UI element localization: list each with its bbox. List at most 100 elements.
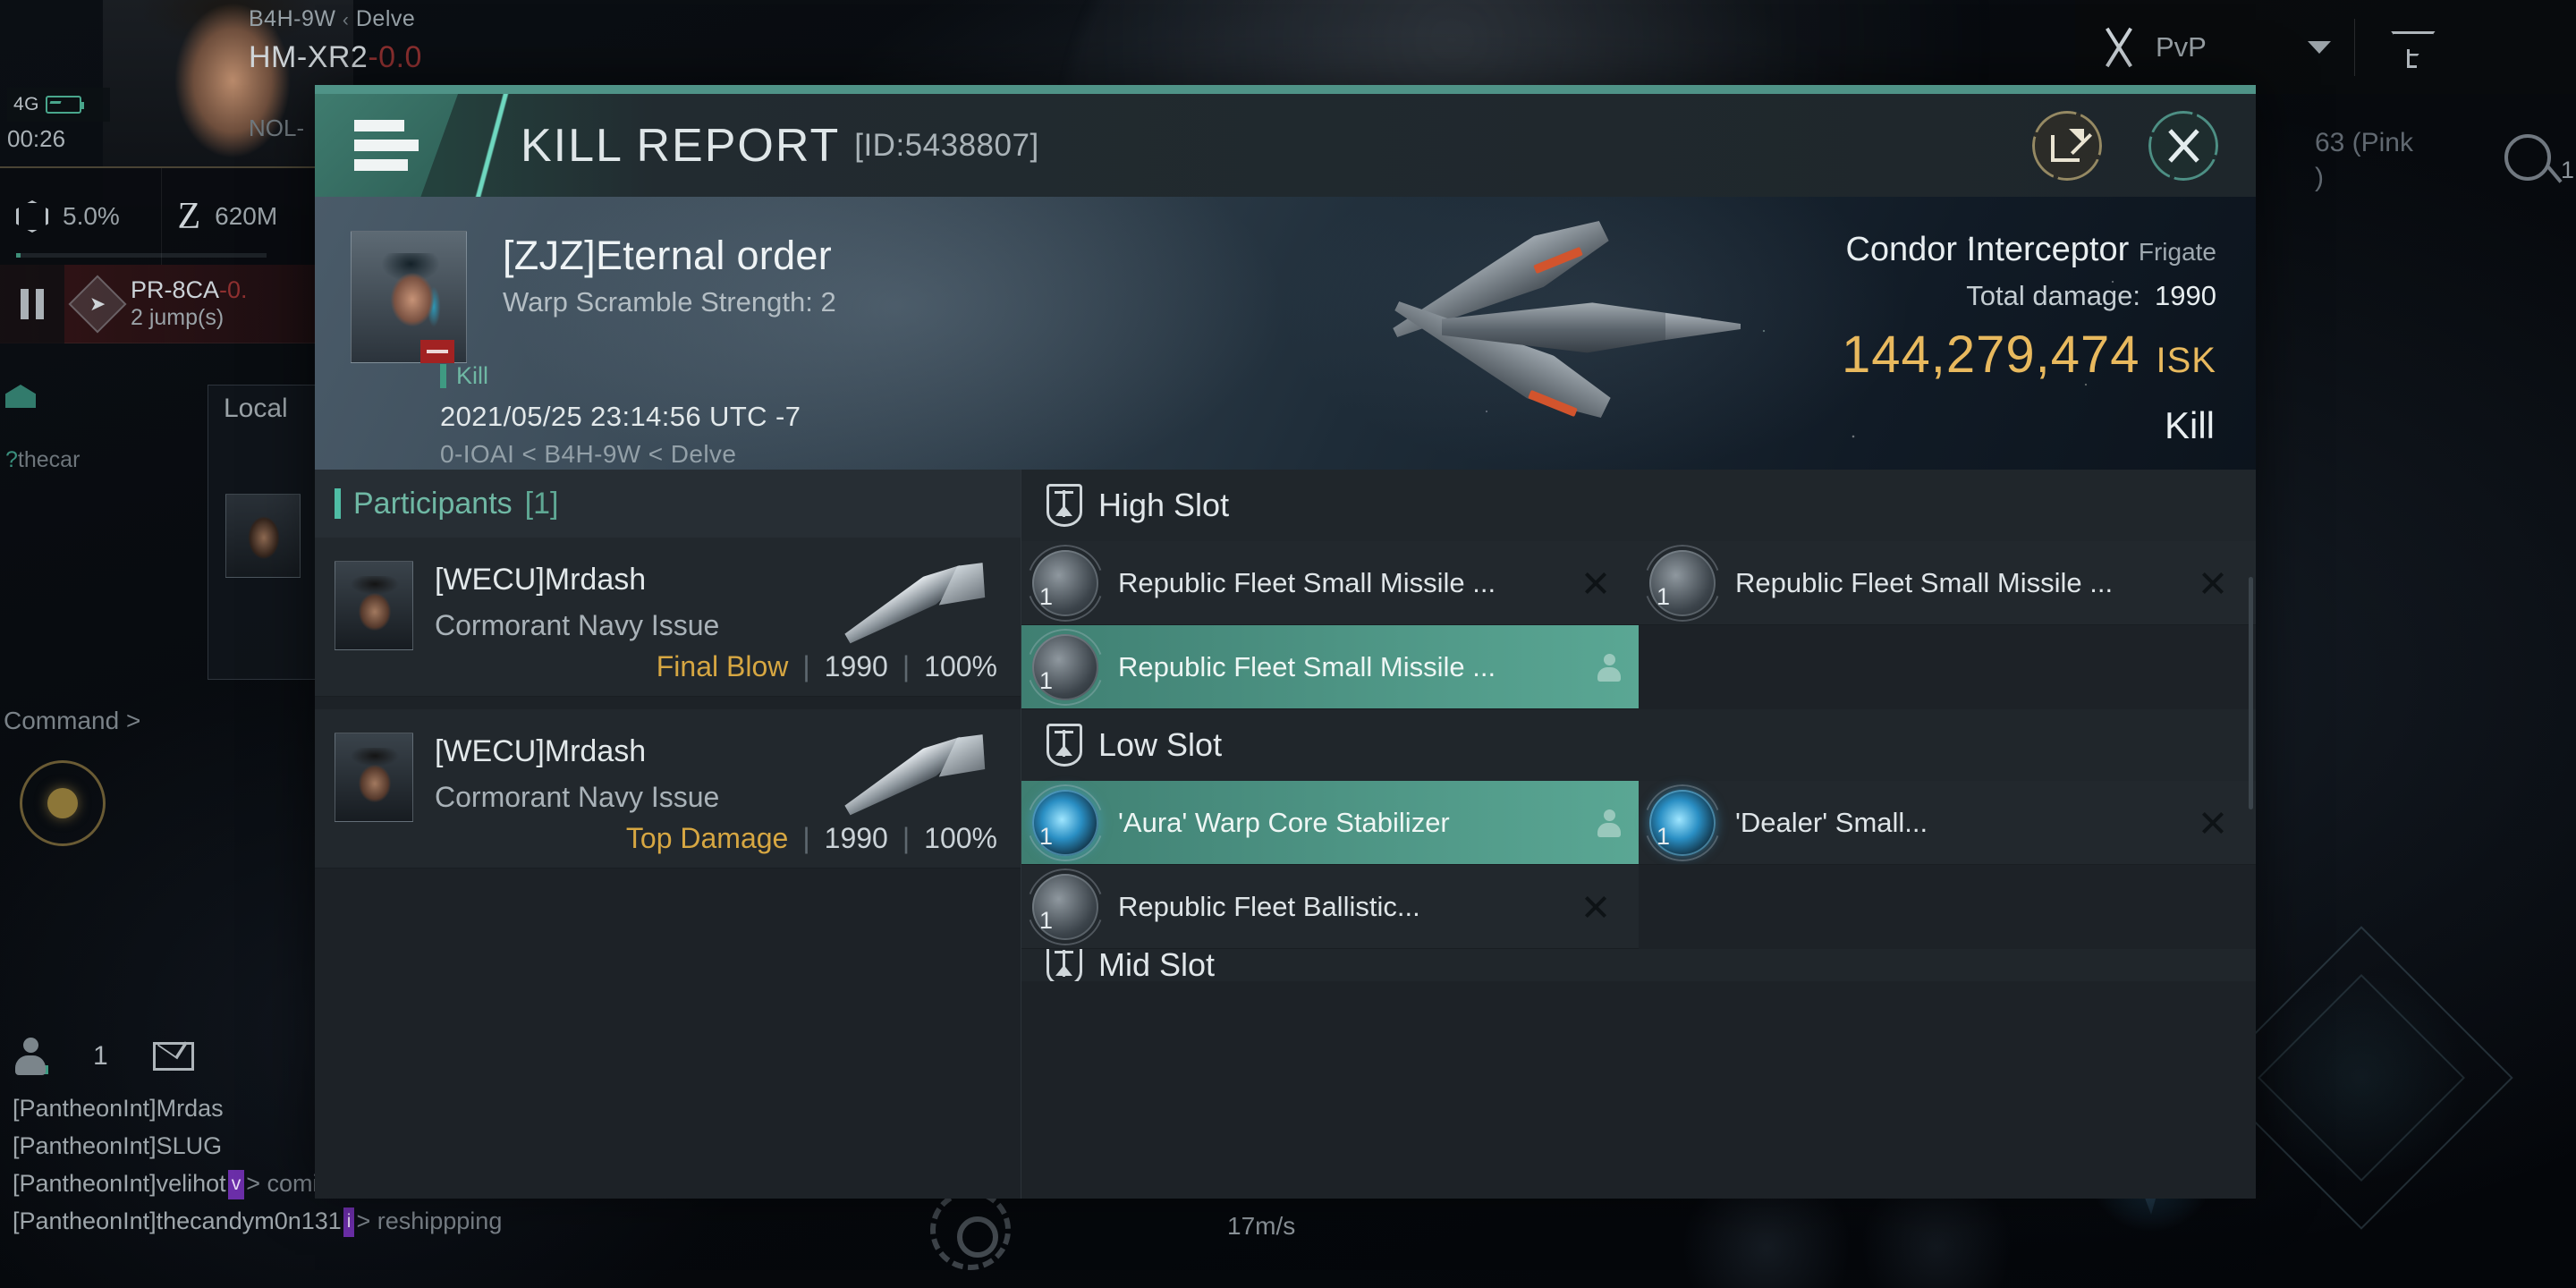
participant-tag: Final Blow: [656, 650, 789, 682]
participants-pane: Participants [1] [WECU]Mrdash Cormorant …: [315, 470, 1021, 1199]
remove-icon[interactable]: [1583, 571, 1608, 596]
victim-ship-class: Frigate: [2138, 238, 2216, 266]
section-title: Mid Slot: [1098, 949, 1216, 981]
thecar-label[interactable]: ?thecar: [5, 447, 80, 473]
pvp-selector[interactable]: PvP: [2075, 0, 2354, 94]
module-slot[interactable]: 1 Republic Fleet Small Missile ...: [1639, 541, 2256, 625]
module-slot[interactable]: 1 'Dealer' Small...: [1639, 781, 2256, 865]
avatar[interactable]: [335, 733, 413, 822]
slot-shield-icon: [1046, 724, 1082, 767]
section-title: High Slot: [1098, 487, 1230, 523]
search-count: 1: [2560, 157, 2574, 183]
person-icon: [1597, 653, 1621, 682]
speed-readout: 17m/s: [1227, 1212, 1296, 1240]
pvp-filter-bar: PvP: [2075, 0, 2576, 94]
divider: |: [902, 650, 911, 682]
command-menu-label[interactable]: Command >: [4, 707, 140, 735]
settings-gear-icon[interactable]: [930, 1190, 1011, 1270]
participants-header: Participants [1]: [315, 470, 1021, 538]
fitting-pane[interactable]: High Slot 1 Republic Fleet Small Missile…: [1021, 470, 2256, 1199]
cargo-stat[interactable]: 5.0%: [0, 168, 267, 265]
ballistic-control-icon: 1: [1032, 873, 1098, 940]
module-slot-empty: [1639, 625, 2256, 709]
kill-values: Condor Interceptor Frigate Total damage:…: [1842, 231, 2216, 385]
module-qty: 1: [1039, 906, 1054, 934]
victim-name: [ZJZ]Eternal order: [503, 233, 833, 278]
scrollbar[interactable]: [2249, 577, 2253, 809]
local-avatar[interactable]: [225, 494, 301, 578]
close-icon: [2164, 126, 2203, 165]
hud-next-system: NOL-: [249, 114, 305, 141]
missile-launcher-icon: 1: [1032, 549, 1098, 616]
hamburger-icon: [354, 120, 419, 171]
chat-tag: i: [343, 1208, 355, 1238]
participant-ship-icon: [835, 724, 996, 822]
warp-core-stabilizer-icon: 1: [1032, 789, 1098, 856]
hud-system-name: HM-XR2: [249, 39, 369, 74]
participant-stats: Top Damage | 1990 | 100%: [626, 822, 997, 855]
menu-button[interactable]: [315, 94, 458, 197]
pvp-label: PvP: [2156, 30, 2207, 63]
module-qty: 1: [1039, 582, 1054, 610]
home-icon[interactable]: [5, 385, 36, 408]
kill-report-dialog: KILL REPORT [ID:5438807] [ZJZ]Eternal or…: [315, 85, 2256, 1199]
module-name: 'Dealer' Small...: [1735, 806, 1928, 838]
missile-launcher-icon: 1: [1032, 633, 1098, 700]
close-button[interactable]: [2148, 110, 2218, 181]
clock-label: 00:26: [7, 125, 66, 152]
module-name: Republic Fleet Small Missile ...: [1118, 650, 1496, 682]
low-slot-grid: 1 'Aura' Warp Core Stabilizer 1 'Dealer'…: [1021, 781, 2256, 949]
kill-badge: Kill: [440, 362, 488, 390]
participants-count: [1]: [524, 486, 559, 521]
slot-shield-icon: [1046, 949, 1082, 981]
participant-ship: Cormorant Navy Issue: [435, 781, 720, 813]
module-slot-selected[interactable]: 1 Republic Fleet Small Missile ...: [1021, 625, 1639, 709]
module-slot-empty: [1639, 865, 2256, 949]
route-bar[interactable]: ➤ PR-8CA-0. 2 jump(s): [0, 264, 322, 343]
share-button[interactable]: [2032, 110, 2102, 181]
slot-shield-icon: [1046, 484, 1082, 527]
section-header-next-partial: Mid Slot: [1021, 949, 2256, 981]
chat-header: 1: [13, 1038, 194, 1075]
participant-row[interactable]: [WECU]Mrdash Cormorant Navy Issue Top Da…: [315, 709, 1021, 869]
header-buttons: [2032, 110, 2218, 181]
participants-label: Participants: [353, 486, 513, 521]
hud-location-block: B4H-9W ‹ Delve HM-XR2-0.0: [249, 4, 422, 79]
route-dest-security: -0.: [219, 275, 248, 303]
module-name: Republic Fleet Ballistic...: [1118, 890, 1420, 922]
module-slot[interactable]: 1 Republic Fleet Small Missile ...: [1021, 541, 1639, 625]
chevron-down-icon[interactable]: [2307, 40, 2331, 54]
warp-scramble-strength: Warp Scramble Strength: 2: [503, 286, 836, 318]
participant-name: [WECU]Mrdash: [435, 563, 647, 597]
page-title: KILL REPORT: [521, 119, 841, 172]
pause-button[interactable]: [0, 264, 64, 343]
hud-region-name: B4H-9W: [249, 6, 336, 31]
victim-ship-name: Condor Interceptor Frigate: [1845, 231, 2216, 268]
isk-stat[interactable]: Z 620M: [160, 168, 323, 265]
isk-icon: Z: [177, 196, 201, 237]
search-icon[interactable]: 1: [2504, 134, 2574, 183]
participant-percent: 100%: [924, 822, 997, 854]
module-slot-selected[interactable]: 1 'Aura' Warp Core Stabilizer: [1021, 781, 1639, 865]
filter-icon[interactable]: [2391, 28, 2430, 68]
participant-ship: Cormorant Navy Issue: [435, 609, 720, 641]
chat-message: > reshippping: [356, 1208, 503, 1235]
remove-icon[interactable]: [1583, 894, 1608, 919]
isk-unit: ISK: [2156, 341, 2216, 380]
external-link-icon: [2051, 128, 2084, 162]
kill-timestamp: 2021/05/25 23:14:56 UTC -7: [440, 401, 801, 432]
remove-icon[interactable]: [2200, 571, 2225, 596]
radial-control[interactable]: [20, 760, 106, 846]
participant-row[interactable]: [WECU]Mrdash Cormorant Navy Issue Final …: [315, 538, 1021, 697]
pvp-entry-text: 63 (Pink ): [2314, 128, 2413, 192]
kill-location: 0-IOAI < B4H-9W < Delve: [440, 440, 737, 468]
battery-icon: [46, 96, 85, 114]
route-destination: PR-8CA: [131, 275, 220, 303]
remove-icon[interactable]: [2200, 810, 2225, 835]
mail-icon[interactable]: [152, 1042, 194, 1071]
cargo-icon: [16, 200, 48, 233]
isk-value: 620M: [215, 202, 278, 230]
dialog-body: Participants [1] [WECU]Mrdash Cormorant …: [315, 470, 2256, 1199]
avatar[interactable]: [335, 561, 413, 650]
module-slot[interactable]: 1 Republic Fleet Ballistic...: [1021, 865, 1639, 949]
